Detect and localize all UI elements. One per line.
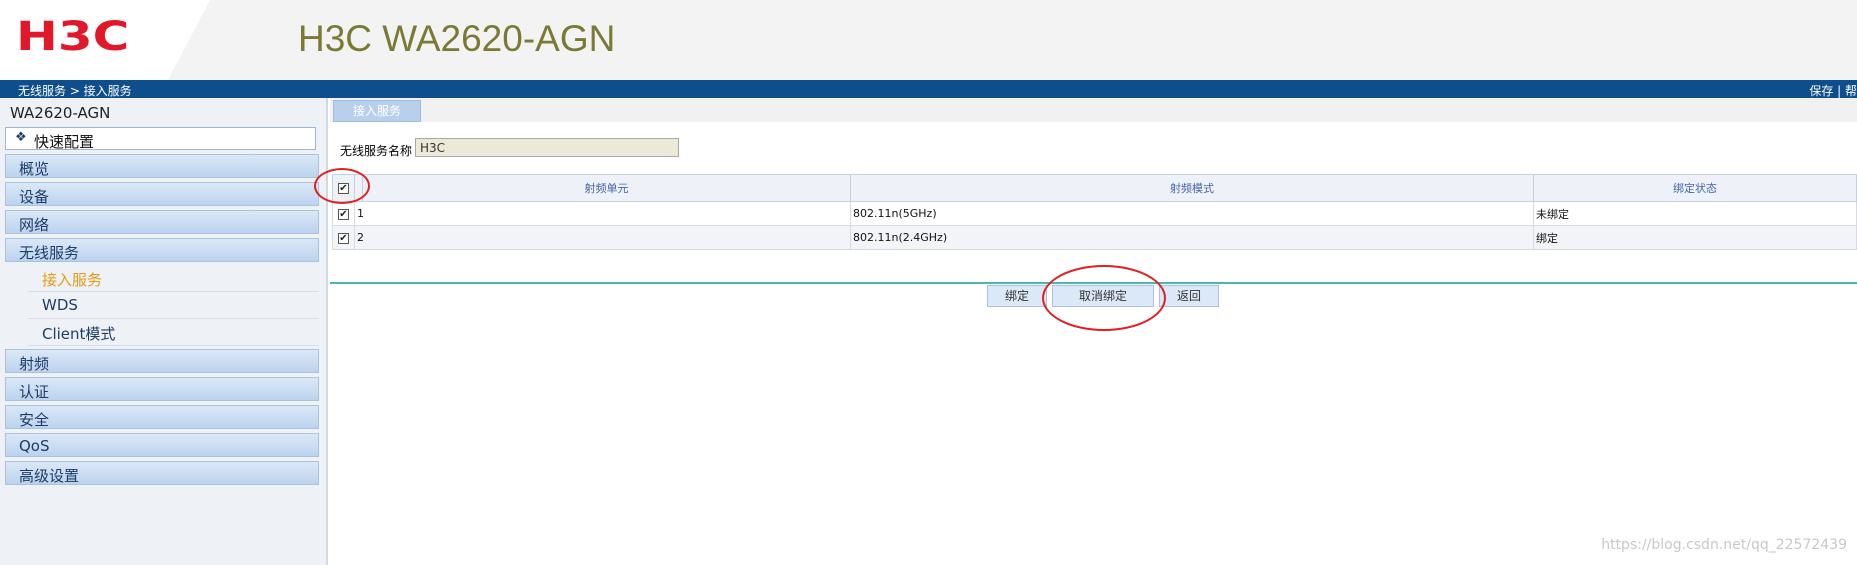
column-header-radio-unit[interactable]: 射频单元 (362, 174, 851, 202)
sidebar-subitem-label: 接入服务 (42, 271, 103, 289)
sidebar-item-advanced-settings[interactable]: 高级设置 (5, 461, 319, 485)
sidebar-item-label: 射频 (19, 355, 50, 373)
sidebar-subitem-wds[interactable]: WDS (28, 292, 319, 319)
sidebar-item-label: 认证 (19, 383, 50, 401)
sidebar-item-overview[interactable]: 概览 (5, 154, 319, 178)
row-checkbox[interactable]: ✔ (338, 232, 349, 244)
radio-mode-cell: 802.11n(2.4GHz) (850, 225, 1534, 250)
select-all-cell: ✔ (332, 174, 355, 202)
sidebar-item-label: 高级设置 (19, 467, 80, 485)
sidebar-item-network[interactable]: 网络 (5, 210, 319, 234)
main-content: 接入服务 无线服务名称 ✔ 射频单元 射频模式 绑定状态 ✔ 1 802.11n… (314, 98, 1857, 565)
sidebar-subitem-label: WDS (42, 296, 78, 314)
sidebar-item-label: 无线服务 (19, 244, 80, 262)
bind-status-cell: 绑定 (1533, 225, 1857, 250)
sidebar-device-name: WA2620-AGN (10, 104, 111, 122)
logo-panel: H3C (0, 0, 210, 80)
radio-mode-cell: 802.11n(5GHz) (850, 201, 1534, 226)
app-header: H3C H3C WA2620-AGN (0, 0, 1857, 80)
sidebar-item-wireless-service[interactable]: 无线服务 (5, 238, 319, 262)
sidebar-subitem-label: Client模式 (42, 325, 116, 343)
sidebar-item-label: 概览 (19, 160, 50, 178)
section-divider (330, 282, 1857, 284)
column-header-bind-status[interactable]: 绑定状态 (1533, 174, 1857, 202)
sidebar-item-radio[interactable]: 射频 (5, 349, 319, 373)
h3c-logo: H3C (16, 14, 130, 60)
select-all-checkbox[interactable]: ✔ (338, 183, 349, 194)
watermark-text: https://blog.csdn.net/qq_22572439 (1601, 537, 1847, 553)
tab-bar: 接入服务 (330, 98, 1857, 122)
sidebar-item-label: 安全 (19, 411, 50, 429)
breadcrumb: 无线服务 > 接入服务 (18, 84, 132, 98)
sidebar-item-label: 网络 (19, 216, 50, 234)
sidebar-subitem-client-mode[interactable]: Client模式 (28, 319, 319, 346)
sidebar-item-label: 快速配置 (34, 133, 95, 151)
sidebar-item-device[interactable]: 设备 (5, 182, 319, 206)
bind-button[interactable]: 绑定 (987, 285, 1047, 307)
sidebar-item-label: QoS (19, 437, 50, 455)
radio-binding-table: ✔ 射频单元 射频模式 绑定状态 ✔ 1 802.11n(5GHz) 未绑定 ✔ (332, 174, 1857, 250)
sidebar-item-qos[interactable]: QoS (5, 433, 319, 457)
table-header-row: ✔ 射频单元 射频模式 绑定状态 (332, 174, 1857, 202)
header-spacer (354, 174, 363, 202)
sidebar-item-quick-config[interactable]: ❖ 快速配置 (5, 127, 316, 151)
table-row: ✔ 1 802.11n(5GHz) 未绑定 (332, 201, 1857, 226)
bind-status-cell: 未绑定 (1533, 201, 1857, 226)
service-name-label: 无线服务名称 (340, 144, 413, 158)
sidebar-subitem-access-service[interactable]: 接入服务 (28, 265, 319, 292)
row-select-cell: ✔ (332, 201, 355, 226)
column-header-radio-mode[interactable]: 射频模式 (850, 174, 1534, 202)
sidebar-nav: WA2620-AGN ❖ 快速配置 概览 设备 网络 无线服务 接入服务 WDS… (0, 98, 328, 565)
table-row: ✔ 2 802.11n(2.4GHz) 绑定 (332, 225, 1857, 250)
row-select-cell: ✔ (332, 225, 355, 250)
tab-access-service[interactable]: 接入服务 (333, 100, 421, 122)
radio-unit-cell: 2 (354, 225, 851, 250)
radio-unit-cell: 1 (354, 201, 851, 226)
device-title: H3C WA2620-AGN (298, 18, 616, 59)
service-name-field[interactable] (415, 138, 679, 157)
unbind-button[interactable]: 取消绑定 (1052, 285, 1154, 307)
row-checkbox[interactable]: ✔ (338, 208, 349, 220)
sidebar-item-security[interactable]: 安全 (5, 405, 319, 429)
back-button[interactable]: 返回 (1159, 285, 1219, 307)
sidebar-item-label: 设备 (19, 188, 50, 206)
sidebar-item-authentication[interactable]: 认证 (5, 377, 319, 401)
diamond-bullet-icon: ❖ (15, 130, 27, 145)
save-help-links[interactable]: 保存 | 帮 (1809, 82, 1857, 99)
breadcrumb-bar: 无线服务 > 接入服务 保存 | 帮 (0, 80, 1857, 98)
